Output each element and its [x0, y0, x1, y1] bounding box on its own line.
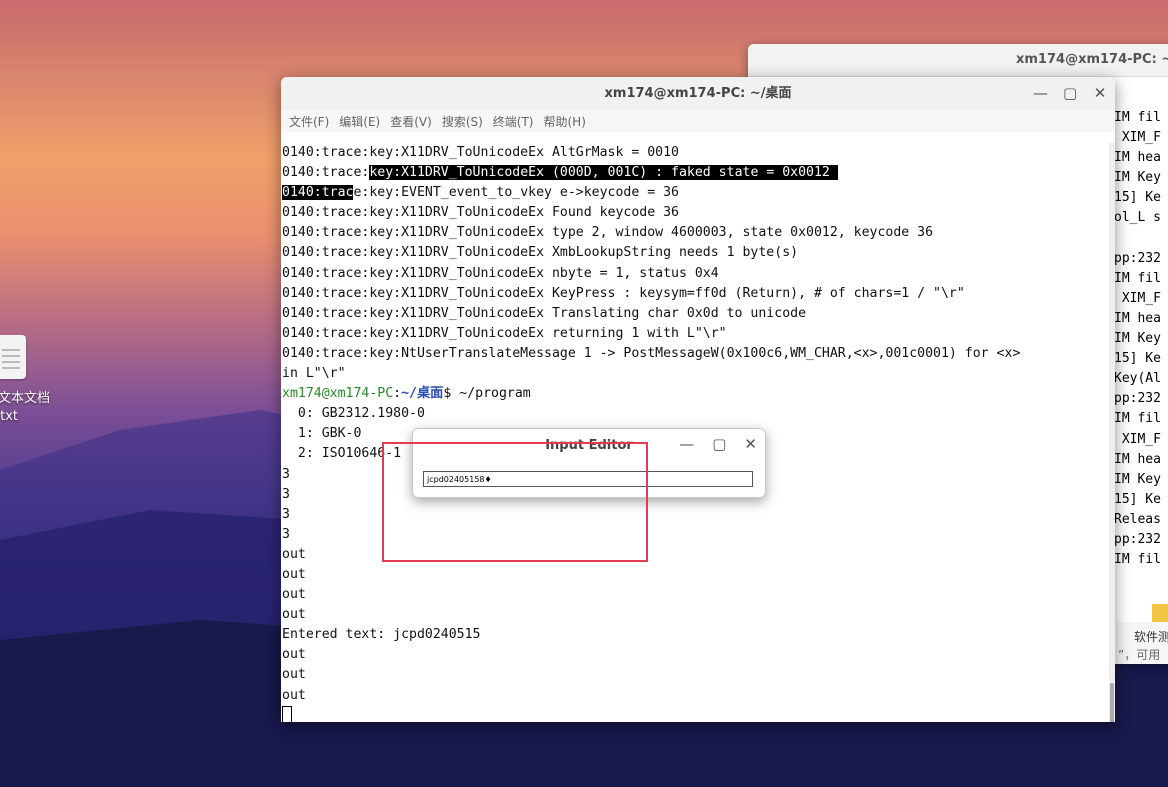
terminal-line: 0140:trace:key:X11DRV_ToUnicodeEx Found …: [282, 205, 679, 221]
menu-edit[interactable]: 编辑(E): [339, 113, 380, 130]
background-terminal-line: pp:232: [1114, 391, 1161, 407]
background-terminal-line: ol_L s: [1114, 210, 1161, 226]
terminal-line: out: [282, 607, 306, 623]
scrollbar-thumb[interactable]: [1110, 683, 1114, 722]
terminal-line: 0140:trace:key:X11DRV_ToUnicodeEx nbyte …: [282, 265, 719, 281]
prompt-colon: :: [393, 386, 402, 402]
dialog-close-button[interactable]: ✕: [744, 435, 757, 453]
background-terminal-line: 15] Ke: [1114, 351, 1161, 367]
notification-panel[interactable]: 软件测 ”，可用: [1116, 604, 1168, 664]
desktop-icon-filename: .txt: [0, 409, 19, 424]
terminal-line: 0140:trace:key:X11DRV_ToUnicodeEx KeyPre…: [282, 285, 965, 301]
terminal-line: 0140:trace:key:X11DRV_ToUnicodeEx (000D,…: [282, 165, 838, 181]
background-terminal-line: IM fil: [1114, 411, 1161, 427]
background-terminal-line: IM hea: [1114, 310, 1161, 326]
background-terminal-line: IM Key: [1114, 331, 1161, 347]
prompt-path: ~/桌面: [401, 386, 444, 402]
terminal-line: 0: GB2312.1980-0: [282, 406, 425, 422]
background-terminal-line: [1114, 229, 1168, 249]
window-controls: — ▢ ✕: [1033, 77, 1107, 110]
terminal-line: 0140:trace:key:X11DRV_ToUnicodeEx XmbLoo…: [282, 245, 799, 261]
dialog-maximize-button[interactable]: ▢: [712, 435, 726, 453]
notification-text: ”，可用: [1118, 648, 1161, 662]
terminal-line: 3: [282, 526, 290, 542]
background-terminal-line: XIM_F: [1114, 130, 1161, 146]
terminal-line: 0140:trace:key:X11DRV_ToUnicodeEx return…: [282, 325, 727, 341]
input-editor-field[interactable]: jcpd02405158♦: [423, 471, 753, 487]
terminal-line: out: [282, 687, 306, 703]
background-terminal-line: IM fil: [1114, 270, 1161, 286]
terminal-line: out: [282, 587, 306, 603]
minimize-button[interactable]: —: [1033, 77, 1048, 110]
terminal-line: out: [282, 546, 306, 562]
close-button[interactable]: ✕: [1093, 77, 1107, 110]
maximize-button[interactable]: ▢: [1063, 77, 1077, 110]
background-terminal-line: IM hea: [1114, 150, 1161, 166]
desktop-icon-label: 文本文档: [0, 391, 51, 406]
terminal-line: out: [282, 647, 306, 663]
menu-terminal[interactable]: 终端(T): [493, 113, 534, 130]
background-terminal-line: IM Key: [1114, 471, 1161, 487]
terminal-line: 3: [282, 506, 290, 522]
terminal-cursor-line: [282, 705, 1109, 722]
background-terminal-line: 15] Ke: [1114, 491, 1161, 507]
menu-view[interactable]: 查看(V): [390, 113, 432, 130]
terminal-line: 0140:trace:key:EVENT_event_to_vkey e->ke…: [282, 185, 679, 201]
prompt-command: $ ~/program: [443, 386, 531, 402]
notification-title: 软件测: [1134, 630, 1168, 644]
terminal-prompt-line: xm174@xm174-PC:~/桌面$ ~/program: [282, 384, 1109, 404]
menu-help[interactable]: 帮助(H): [544, 113, 586, 130]
terminal-line: 0140:trace:key:NtUserTranslateMessage 1 …: [282, 345, 1021, 361]
prompt-user: xm174@xm174-PC: [282, 386, 394, 402]
desktop-text-file-icon[interactable]: 文本文档 .txt: [0, 335, 60, 435]
background-terminal-line: IM fil: [1114, 552, 1161, 568]
background-terminal-line: 15] Ke: [1114, 190, 1161, 206]
terminal-line: 0140:trace:key:X11DRV_ToUnicodeEx type 2…: [282, 225, 934, 241]
terminal-line: out: [282, 566, 306, 582]
terminal-selection: key:X11DRV_ToUnicodeEx (000D, 001C) : fa…: [369, 165, 838, 181]
background-terminal-line: IM fil: [1114, 110, 1161, 125]
text-file-icon: [0, 335, 26, 379]
menu-file[interactable]: 文件(F): [289, 113, 329, 130]
main-window-title: xm174@xm174-PC: ~/桌面: [604, 86, 792, 101]
background-terminal-line: pp:232: [1114, 531, 1161, 547]
background-terminal-line: XIM_F: [1114, 431, 1161, 447]
background-terminal-line: pp:232: [1114, 250, 1161, 266]
terminal-line: Entered text: jcpd0240515: [282, 627, 481, 643]
terminal-line: 0140:trace:key:X11DRV_ToUnicodeEx AltGrM…: [282, 145, 679, 160]
menu-search[interactable]: 搜索(S): [442, 113, 483, 130]
background-window-title: xm174@xm174-PC: ~/: [748, 44, 1168, 77]
background-terminal-output: IM fil XIM_F IM hea IM Key 15] Ke ol_L s pp:…: [1114, 108, 1168, 570]
terminal-cursor: [282, 705, 292, 722]
background-terminal-line: Releas: [1114, 511, 1161, 527]
terminal-selection: 0140:trac: [282, 185, 354, 201]
dialog-minimize-button[interactable]: —: [679, 435, 694, 453]
background-terminal-line: Key(Al: [1114, 371, 1161, 387]
menu-bar: 文件(F) 编辑(E) 查看(V) 搜索(S) 终端(T) 帮助(H): [281, 110, 1115, 132]
terminal-line: out: [282, 667, 306, 683]
terminal-scrollbar[interactable]: [1109, 143, 1115, 722]
background-terminal-line: IM hea: [1114, 451, 1161, 467]
background-terminal-line: XIM_F: [1114, 290, 1161, 306]
terminal-line: in L"\r": [282, 366, 346, 382]
background-terminal-line: IM Key: [1114, 170, 1161, 186]
terminal-line: 0140:trace:key:X11DRV_ToUnicodeEx Transl…: [282, 305, 807, 321]
input-editor-dialog[interactable]: Input Editor — ▢ ✕ jcpd02405158♦: [412, 428, 766, 498]
main-terminal-window[interactable]: xm174@xm174-PC: ~/桌面 — ▢ ✕ 文件(F) 编辑(E) 查…: [281, 77, 1115, 722]
notification-accent: [1152, 604, 1168, 622]
dialog-controls: — ▢ ✕: [679, 435, 757, 453]
main-window-titlebar[interactable]: xm174@xm174-PC: ~/桌面 — ▢ ✕: [281, 77, 1115, 110]
